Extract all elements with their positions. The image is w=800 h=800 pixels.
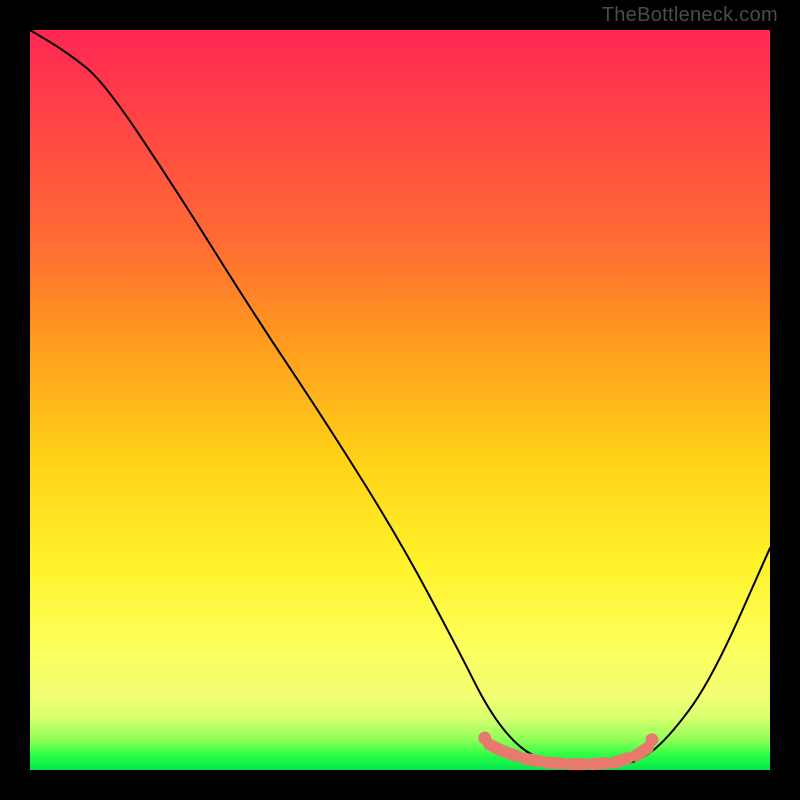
highlight-end-dot xyxy=(646,734,658,746)
chart-frame: TheBottleneck.com xyxy=(0,0,800,800)
highlight-end-dot xyxy=(479,732,491,744)
highlight-segment xyxy=(637,748,648,755)
curve-svg xyxy=(30,30,770,770)
highlight-markers xyxy=(479,732,658,764)
bottleneck-curve xyxy=(30,30,770,766)
plot-area xyxy=(30,30,770,770)
watermark-text: TheBottleneck.com xyxy=(602,4,778,27)
